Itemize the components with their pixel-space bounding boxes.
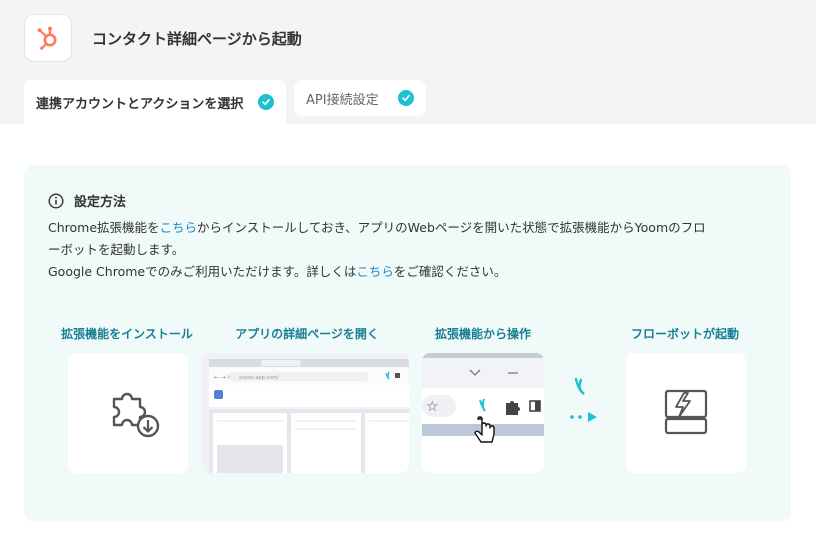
svg-text:☆: ☆ — [426, 399, 439, 415]
step-label-flowbot: フローボットが起動 — [630, 327, 739, 341]
desc-text: からインストールしておき、アプリのWebページを開いた状態で拡張機能からYoom… — [197, 220, 706, 235]
desc-text: をご確認ください。 — [393, 264, 507, 279]
setup-card: 設定方法 Chrome拡張機能をこちらからインストールしておき、アプリのWebペ… — [24, 165, 791, 522]
check-circle-icon — [258, 94, 274, 110]
info-icon — [48, 192, 64, 209]
setup-heading: 設定方法 — [48, 191, 126, 210]
header: コンタクト詳細ページから起動 連携アカウントとアクションを選択 API接続設定 — [0, 0, 816, 124]
setup-description: Chrome拡張機能をこちらからインストールしておき、アプリのWebページを開い… — [48, 217, 768, 283]
hubspot-logo-icon — [24, 14, 72, 62]
page-title: コンタクト詳細ページから起動 — [92, 30, 302, 48]
tab-label: API接続設定 — [306, 92, 379, 108]
flow-arrow-icon — [570, 377, 597, 422]
flowbot-icon — [664, 389, 708, 435]
step-extension-box: ☆ — [422, 353, 544, 473]
setup-heading-text: 設定方法 — [74, 195, 127, 210]
desc-text: ーボットを起動します。 — [48, 242, 185, 257]
step-flowbot-box — [626, 353, 746, 473]
svg-text:xxxxx.app.com/: xxxxx.app.com/ — [239, 375, 279, 381]
puzzle-download-icon — [112, 392, 160, 438]
step-label-open-page: アプリの詳細ページを開く — [235, 327, 379, 341]
desc-text: Chrome拡張機能を — [48, 220, 160, 235]
desc-text: Google Chromeでのみご利用いただけます。詳しくは — [48, 264, 357, 279]
step-browser-box: ← → C xxxxx.app.com/ — [201, 353, 409, 473]
step-label-operate: 拡張機能から操作 — [434, 327, 531, 341]
tab-api-settings[interactable]: API接続設定 — [294, 80, 426, 116]
check-circle-icon — [398, 90, 414, 106]
details-link[interactable]: こちら — [356, 264, 394, 279]
browser-screenshot: ← → C xxxxx.app.com/ — [209, 359, 409, 473]
extension-toolbar: ☆ — [422, 353, 544, 443]
install-link[interactable]: こちら — [160, 220, 198, 235]
step-install-box — [68, 353, 188, 473]
step-label-install: 拡張機能をインストール — [61, 327, 193, 341]
tab-label: 連携アカウントとアクションを選択 — [36, 96, 244, 112]
tab-account-action[interactable]: 連携アカウントとアクションを選択 — [24, 80, 286, 124]
